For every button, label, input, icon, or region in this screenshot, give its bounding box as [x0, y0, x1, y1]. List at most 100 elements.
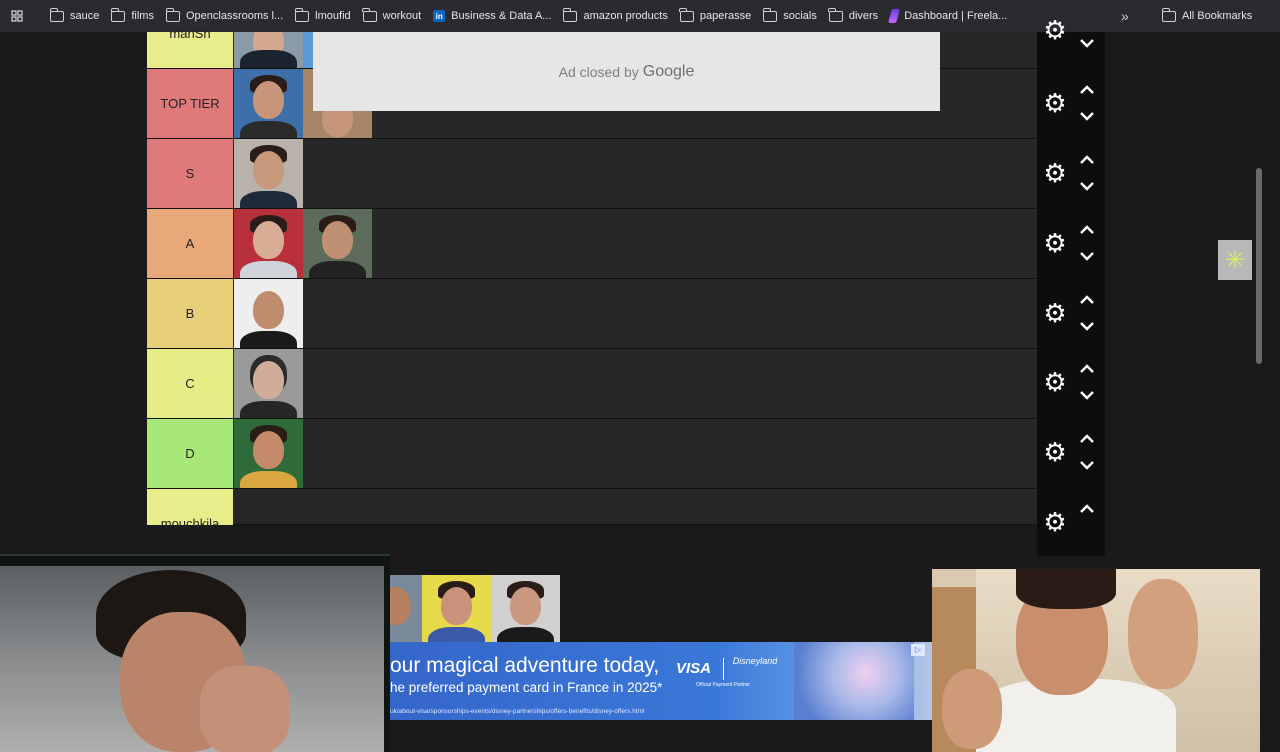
folder-icon [762, 7, 778, 22]
tier-controls: ⚙ [1037, 0, 1105, 66]
gear-icon[interactable]: ⚙ [1043, 509, 1067, 535]
folder-icon [362, 7, 377, 22]
tier-label[interactable]: D [147, 419, 233, 488]
chevron-down-icon[interactable] [1078, 36, 1096, 50]
pool-image[interactable] [422, 575, 491, 644]
gear-icon[interactable]: ⚙ [1043, 160, 1067, 186]
all-bookmarks-button[interactable]: All Bookmarks [1161, 0, 1252, 32]
tier-items [234, 32, 313, 68]
ad-closed-text: Ad closed by [558, 63, 639, 80]
visa-logo: VISA [676, 660, 712, 677]
folder-icon [49, 7, 64, 22]
chevron-up-icon[interactable] [1078, 362, 1096, 376]
disney-visa-ad-banner[interactable]: our magical adventure today, he preferre… [390, 642, 932, 720]
chevron-down-icon[interactable] [1078, 109, 1096, 123]
chevron-down-icon[interactable] [1078, 249, 1096, 263]
tier-row-b: B [147, 279, 1037, 349]
tier-label[interactable]: TOP TIER [147, 69, 233, 138]
tier-image[interactable] [303, 209, 372, 278]
folder-icon [563, 7, 578, 22]
tier-label[interactable]: B [147, 279, 233, 348]
tier-controls: ⚙ [1037, 348, 1105, 418]
chevron-up-icon[interactable] [1078, 432, 1096, 446]
gear-icon[interactable]: ⚙ [1043, 439, 1067, 465]
gear-icon[interactable]: ⚙ [1043, 17, 1067, 43]
tier-label[interactable]: C [147, 349, 233, 418]
tier-controls: ⚙ [1037, 69, 1105, 139]
tier-image[interactable] [234, 32, 303, 68]
tier-label[interactable]: mouchkila [147, 489, 233, 531]
gear-icon[interactable]: ⚙ [1043, 300, 1067, 326]
tier-row-c: C [147, 349, 1037, 419]
adchoices-icon[interactable]: ▷ [911, 644, 925, 656]
tier-controls-column: ⚙ ⚙ ⚙ ⚙ ⚙ ⚙ ⚙ ⚙ [1037, 17, 1105, 556]
ad-headline: our magical adventure today, [390, 654, 660, 677]
folder-icon [1161, 7, 1176, 22]
bookmark-label: Dashboard | Freela... [904, 10, 1008, 22]
gear-icon[interactable]: ⚙ [1043, 230, 1067, 256]
apps-grid-icon[interactable] [0, 0, 34, 32]
bookmark-label: divers [848, 10, 879, 22]
tier-label[interactable]: S [147, 139, 233, 208]
bookmark-workout[interactable]: workout [362, 7, 422, 22]
tier-items [234, 279, 303, 348]
bookmark-dashboard[interactable]: Dashboard | Freela... [888, 9, 1008, 23]
tier-image[interactable] [234, 279, 303, 348]
chevron-up-icon[interactable] [1078, 83, 1096, 97]
bookmark-label: workout [382, 10, 422, 22]
unranked-image-pool [390, 575, 560, 644]
official-partner-text: Official Payment Partner [696, 682, 751, 688]
folder-icon [828, 7, 843, 22]
bookmark-amazon-products[interactable]: amazon products [563, 7, 668, 22]
chevron-down-icon[interactable] [1078, 388, 1096, 402]
bookmark-label: sauce [70, 10, 100, 22]
bookmark-lmoufid[interactable]: lmoufid [294, 7, 351, 22]
tier-image-partial[interactable] [303, 32, 313, 68]
bookmark-paperasse[interactable]: paperasse [679, 7, 752, 22]
chevron-down-icon[interactable] [1078, 458, 1096, 472]
scrollbar-thumb[interactable] [1256, 168, 1262, 364]
bookmark-socials[interactable]: socials [762, 7, 817, 22]
chevron-up-icon[interactable] [1078, 153, 1096, 167]
bookmark-divers[interactable]: divers [828, 7, 879, 22]
bookmark-films[interactable]: films [110, 7, 154, 22]
tier-label[interactable]: manSh [147, 26, 233, 68]
gear-icon[interactable]: ⚙ [1043, 90, 1067, 116]
tier-image[interactable] [234, 209, 303, 278]
extension-asterisk-icon[interactable]: ✳ [1218, 240, 1252, 280]
bookmark-sauce[interactable]: sauce [49, 7, 100, 22]
bookmark-label: lmoufid [315, 10, 351, 22]
pool-image[interactable] [390, 575, 422, 644]
chevron-down-icon[interactable] [1078, 179, 1096, 193]
linkedin-icon: in [433, 10, 446, 22]
bookmark-label: paperasse [699, 10, 752, 22]
gear-icon[interactable]: ⚙ [1043, 369, 1067, 395]
more-bookmarks-chevron-icon[interactable]: » [1121, 8, 1129, 24]
tier-controls: ⚙ [1037, 139, 1105, 209]
tier-controls: ⚙ [1037, 209, 1105, 279]
pool-image[interactable] [491, 575, 560, 644]
tier-items [234, 209, 372, 278]
tier-label[interactable]: A [147, 209, 233, 278]
tier-items [234, 349, 303, 418]
tier-image[interactable] [234, 139, 303, 208]
chevron-up-icon[interactable] [1078, 223, 1096, 237]
folder-icon [110, 7, 126, 22]
bookmark-label: Openclassrooms l... [185, 10, 284, 22]
webcam-feed-left [0, 554, 390, 752]
bookmark-label: Business & Data A... [451, 10, 552, 22]
folder-icon [165, 7, 180, 22]
tier-image[interactable] [234, 349, 303, 418]
chevron-down-icon[interactable] [1078, 319, 1096, 333]
chevron-up-icon[interactable] [1078, 502, 1096, 516]
tier-row-d: D [147, 419, 1037, 489]
folder-icon [679, 7, 694, 22]
tier-image[interactable] [234, 419, 303, 488]
bookmark-label: socials [783, 10, 817, 22]
bookmark-business-data[interactable]: in Business & Data A... [433, 10, 551, 22]
chevron-up-icon[interactable] [1078, 293, 1096, 307]
bookmark-openclassrooms[interactable]: Openclassrooms l... [165, 7, 284, 22]
ad-disclaimer-url: uk/about-visa/sponsorships-events/disney… [390, 708, 645, 715]
dashboard-icon [888, 9, 901, 23]
tier-image[interactable] [234, 69, 303, 138]
